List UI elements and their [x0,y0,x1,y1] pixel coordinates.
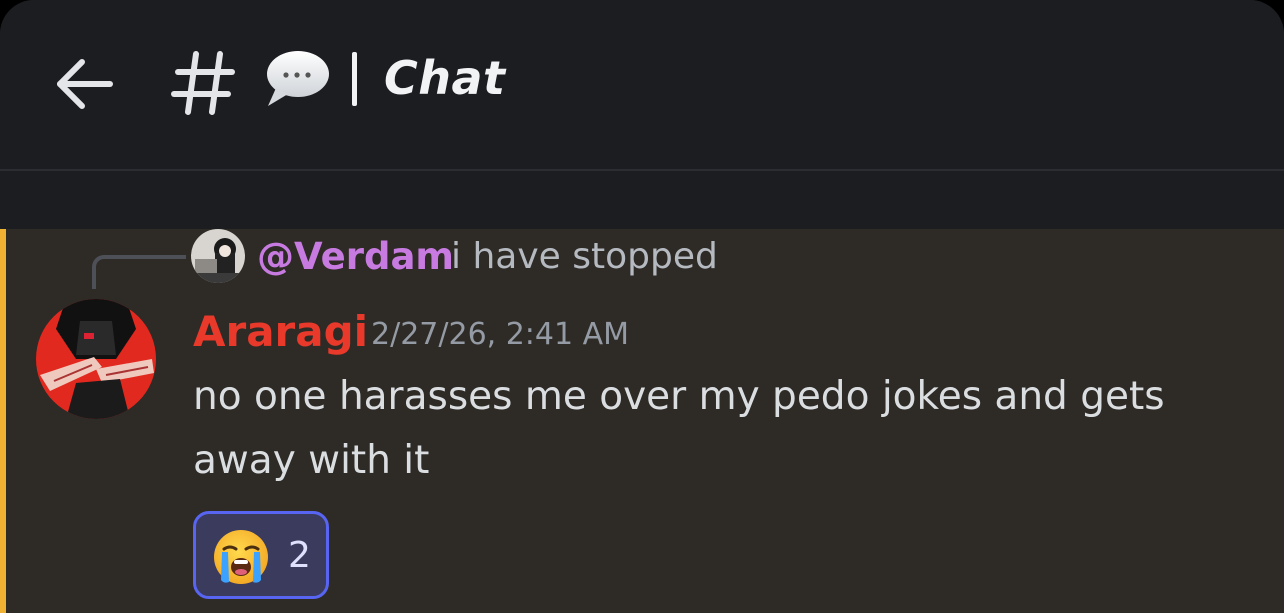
arrow-left-icon [57,59,113,109]
reply-preview-text[interactable]: i have stopped [451,233,718,281]
channel-name-separator [352,52,357,106]
message-content: no one harasses me over my pedo jokes an… [193,374,1165,483]
message-list-top [0,171,1284,229]
hash-icon [170,46,236,118]
message-timestamp: 2/27/26, 2:41 AM [371,317,630,352]
reply-avatar[interactable] [191,229,245,283]
reaction-count: 2 [288,535,311,576]
channel-header: Chat [0,0,1284,169]
back-button[interactable] [52,52,116,116]
avatar[interactable] [36,299,156,419]
message-item[interactable]: @Verdam i have stopped Araragi 2/27/26, … [0,229,1284,613]
speech-bubble-icon [262,48,330,108]
mention-highlight-bar [0,229,6,613]
reaction-button[interactable]: 2 [193,511,329,599]
reply-author[interactable]: @Verdam [257,233,454,281]
reply-spine [92,255,186,289]
channel-view: Chat @Verdam i have stopped Araragi 2/27… [0,0,1284,613]
message-author[interactable]: Araragi [193,305,368,359]
loudly-crying-face-icon [212,528,270,586]
channel-name: Chat [384,51,506,105]
